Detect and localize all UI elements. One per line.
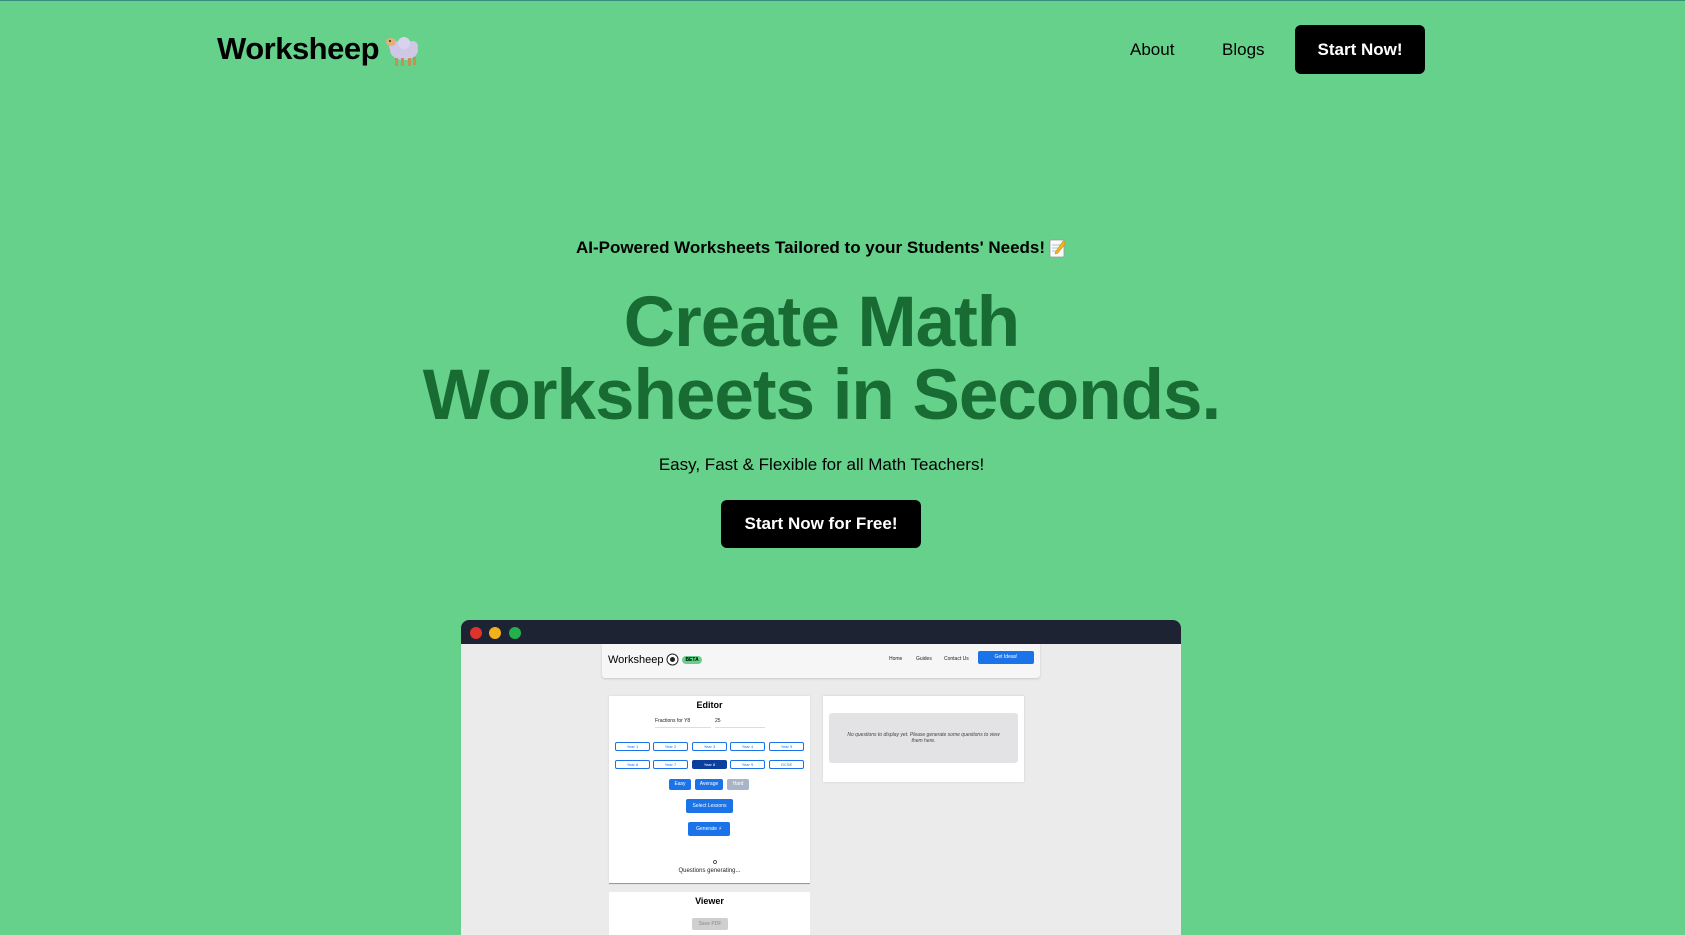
preview-nav: Worksheep BETA Home Guides Contact Us Ge…: [602, 644, 1040, 678]
preview-results-panel: No questions to display yet. Please gene…: [823, 696, 1024, 782]
topic-field: Fractions for Y8: [655, 718, 711, 728]
year-button: Year 6: [615, 760, 650, 769]
hero-headline-line2: Worksheets in Seconds.: [422, 356, 1221, 435]
preview-logo-text: Worksheep: [608, 653, 664, 666]
preview-nav-contact: Contact Us: [944, 656, 969, 662]
preview-nav-button: Get Ideas!: [978, 651, 1034, 664]
difficulty-easy: Easy: [669, 779, 691, 790]
hero-subline: Easy, Fast & Flexible for all Math Teach…: [658, 455, 985, 474]
year-button: Year 7: [653, 760, 688, 769]
viewer-title: Viewer: [695, 896, 724, 906]
close-dot-icon: [470, 627, 482, 639]
hero-headline: Create Math Worksheets in Seconds.: [0, 286, 1643, 432]
year-button: Year 4: [730, 742, 765, 751]
editor-title: Editor: [696, 700, 723, 710]
year-button: Year 1: [615, 742, 650, 751]
preview-nav-home: Home: [889, 656, 903, 662]
preview-nav-guides: Guides: [916, 656, 932, 662]
empty-results-message: No questions to display yet. Please gene…: [829, 713, 1018, 763]
maximize-dot-icon: [509, 627, 521, 639]
count-field: 25: [715, 718, 765, 728]
top-nav: Worksheep About Blogs Start Now!: [0, 1, 1685, 101]
minimize-dot-icon: [489, 627, 501, 639]
window-titlebar: [461, 620, 1181, 644]
spinner-icon: [713, 860, 717, 864]
year-button: Year 5: [769, 742, 804, 751]
year-button-active: Year 8: [692, 760, 727, 769]
sheep-icon: [386, 37, 419, 66]
memo-icon: [1049, 239, 1067, 258]
logo[interactable]: Worksheep: [217, 29, 423, 69]
app-preview-window: Worksheep BETA Home Guides Contact Us Ge…: [461, 620, 1181, 935]
year-button: Year 9: [730, 760, 765, 769]
generate-button: Generate ⚡: [688, 822, 730, 836]
difficulty-hard: Hard: [727, 779, 749, 790]
start-now-button[interactable]: Start Now!: [1295, 25, 1425, 74]
save-pdf-button: Save PDF: [692, 918, 728, 930]
preview-editor-panel: Editor Fractions for Y8 25 Year 1 Year 2…: [609, 696, 810, 884]
difficulty-average: Average: [695, 779, 723, 790]
preview-viewer-panel: Viewer Save PDF: [609, 892, 810, 935]
generating-status: Questions generating...: [678, 868, 741, 874]
year-button: Year 3: [692, 742, 727, 751]
hero-tagline: AI-Powered Worksheets Tailored to your S…: [0, 238, 1643, 258]
preview-logo: Worksheep BETA: [608, 653, 702, 666]
hero-tagline-text: AI-Powered Worksheets Tailored to your S…: [575, 238, 1046, 257]
year-button: GCSE: [769, 760, 804, 769]
start-free-button[interactable]: Start Now for Free!: [721, 500, 921, 548]
beta-badge: BETA: [682, 655, 702, 664]
logo-text: Worksheep: [217, 31, 380, 66]
nav-link-blogs[interactable]: Blogs: [1222, 40, 1265, 60]
hero-headline-line1: Create Math: [623, 283, 1020, 362]
select-lessons-button: Select Lessons: [686, 799, 733, 813]
preview-sheep-icon: [666, 653, 679, 666]
nav-link-about[interactable]: About: [1130, 40, 1174, 60]
year-button: Year 2: [653, 742, 688, 751]
